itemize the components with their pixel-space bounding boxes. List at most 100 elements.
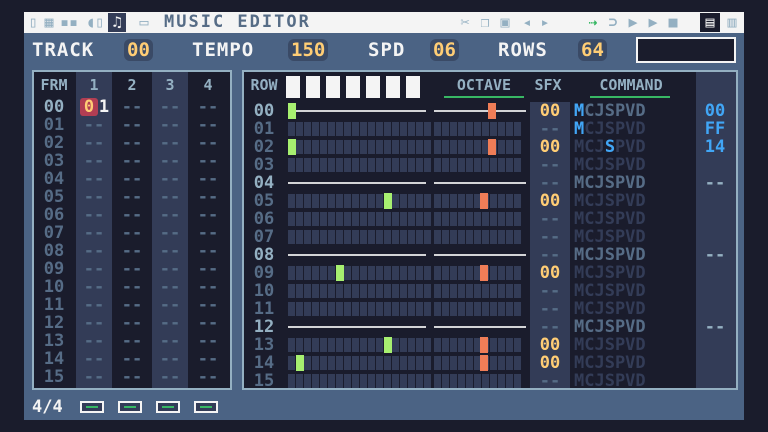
note-grid-cell[interactable] — [376, 356, 383, 370]
note-grid-cell[interactable] — [376, 230, 383, 244]
octave-grid-cell[interactable] — [466, 374, 473, 388]
track-name-field[interactable] — [636, 37, 736, 63]
stop-icon[interactable]: ■ — [664, 13, 682, 32]
note-grid-cell[interactable] — [352, 338, 359, 352]
note-grid-cell[interactable] — [360, 356, 367, 370]
command-cell[interactable]: MCJSPVD — [574, 372, 694, 390]
octave-grid-cell[interactable] — [490, 212, 497, 226]
octave-grid-cell[interactable] — [458, 230, 465, 244]
note-grid-cell[interactable] — [400, 158, 407, 172]
sfx-value[interactable]: 00 — [532, 102, 568, 120]
piano-white-key[interactable] — [346, 76, 360, 98]
octave-grid-cell[interactable] — [474, 284, 481, 298]
octave-grid-cell[interactable] — [434, 266, 441, 280]
note-grid-cell[interactable] — [304, 158, 311, 172]
note-grid-cell[interactable] — [304, 230, 311, 244]
xy-empty[interactable] — [698, 210, 732, 228]
note-grid-cell[interactable] — [296, 338, 303, 352]
note-grid-cell[interactable] — [416, 266, 423, 280]
octave-grid-cell[interactable] — [482, 230, 489, 244]
frame-cell[interactable]: -- — [78, 170, 110, 188]
note-grid-cell[interactable] — [312, 374, 319, 388]
octave-grid-cell[interactable] — [482, 212, 489, 226]
piano-white-key[interactable] — [306, 76, 320, 98]
note-grid-cell[interactable] — [416, 140, 423, 154]
note-grid-cell[interactable] — [320, 338, 327, 352]
octave-grid-cell[interactable] — [450, 302, 457, 316]
note-grid-cell[interactable] — [384, 356, 391, 370]
note-grid-cell[interactable] — [376, 194, 383, 208]
command-cell[interactable]: MCJSPVD — [574, 246, 694, 264]
note-grid-cell[interactable] — [360, 122, 367, 136]
note-grid-cell[interactable] — [424, 374, 431, 388]
sfx-empty[interactable]: -- — [532, 282, 568, 300]
octave-grid-cell[interactable] — [434, 212, 441, 226]
note-grid-cell[interactable] — [344, 266, 351, 280]
note-marker[interactable] — [384, 193, 392, 209]
octave-grid-cell[interactable] — [474, 212, 481, 226]
note-grid-cell[interactable] — [424, 356, 431, 370]
note-grid-cell[interactable] — [344, 374, 351, 388]
octave-grid-cell[interactable] — [442, 356, 449, 370]
note-grid-cell[interactable] — [408, 356, 415, 370]
note-grid-cell[interactable] — [312, 356, 319, 370]
note-grid-cell[interactable] — [392, 158, 399, 172]
command-cell[interactable]: MCJSPVD — [574, 192, 694, 210]
note-grid-cell[interactable] — [352, 374, 359, 388]
note-grid-cell[interactable] — [392, 230, 399, 244]
note-grid-cell[interactable] — [352, 230, 359, 244]
octave-grid-cell[interactable] — [450, 230, 457, 244]
octave-grid-cell[interactable] — [458, 212, 465, 226]
octave-grid-cell[interactable] — [506, 140, 513, 154]
octave-marker[interactable] — [488, 139, 496, 155]
note-grid-cell[interactable] — [312, 302, 319, 316]
frame-cell[interactable]: -- — [192, 224, 224, 242]
octave-grid-cell[interactable] — [498, 266, 505, 280]
frame-cell[interactable]: -- — [116, 296, 148, 314]
frame-cell[interactable]: -- — [116, 170, 148, 188]
sfx-value[interactable]: 00 — [532, 336, 568, 354]
frame-cell[interactable]: -- — [78, 278, 110, 296]
piano-white-key[interactable] — [386, 76, 400, 98]
sfx-header[interactable]: SFX — [530, 76, 566, 94]
frame-cell[interactable]: -- — [192, 350, 224, 368]
frame-cell[interactable]: -- — [154, 152, 186, 170]
channel-1-header[interactable]: 1 — [84, 76, 104, 94]
note-grid-cell[interactable] — [336, 374, 343, 388]
note-grid-cell[interactable] — [344, 284, 351, 298]
octave-grid-cell[interactable] — [458, 122, 465, 136]
octave-grid-cell[interactable] — [490, 158, 497, 172]
xy-empty[interactable] — [698, 336, 732, 354]
octave-grid-cell[interactable] — [490, 356, 497, 370]
octave-grid-cell[interactable] — [474, 140, 481, 154]
note-grid-cell[interactable] — [360, 194, 367, 208]
frame-cell[interactable]: -- — [192, 206, 224, 224]
note-grid-cell[interactable] — [416, 356, 423, 370]
octave-grid-cell[interactable] — [442, 194, 449, 208]
octave-grid-cell[interactable] — [482, 374, 489, 388]
frame-cell[interactable]: -- — [154, 242, 186, 260]
note-grid-cell[interactable] — [392, 302, 399, 316]
octave-header[interactable]: OCTAVE — [444, 76, 524, 94]
note-grid-cell[interactable] — [408, 158, 415, 172]
frame-cell[interactable]: -- — [192, 152, 224, 170]
note-grid-cell[interactable] — [296, 374, 303, 388]
note-grid-cell[interactable] — [416, 338, 423, 352]
note-marker[interactable] — [288, 139, 296, 155]
note-grid-cell[interactable] — [416, 212, 423, 226]
note-grid-cell[interactable] — [312, 122, 319, 136]
note-grid-cell[interactable] — [424, 140, 431, 154]
note-grid-cell[interactable] — [392, 284, 399, 298]
note-grid-cell[interactable] — [384, 158, 391, 172]
note-grid-cell[interactable] — [296, 266, 303, 280]
piano-white-key[interactable] — [406, 76, 420, 98]
xy-empty[interactable] — [698, 192, 732, 210]
octave-grid-cell[interactable] — [506, 338, 513, 352]
octave-grid-cell[interactable] — [482, 158, 489, 172]
piano-keyboard[interactable] — [286, 72, 430, 102]
note-grid-cell[interactable] — [408, 338, 415, 352]
note-grid-cell[interactable] — [352, 284, 359, 298]
note-grid-cell[interactable] — [376, 374, 383, 388]
octave-grid-cell[interactable] — [466, 302, 473, 316]
note-grid-cell[interactable] — [384, 302, 391, 316]
